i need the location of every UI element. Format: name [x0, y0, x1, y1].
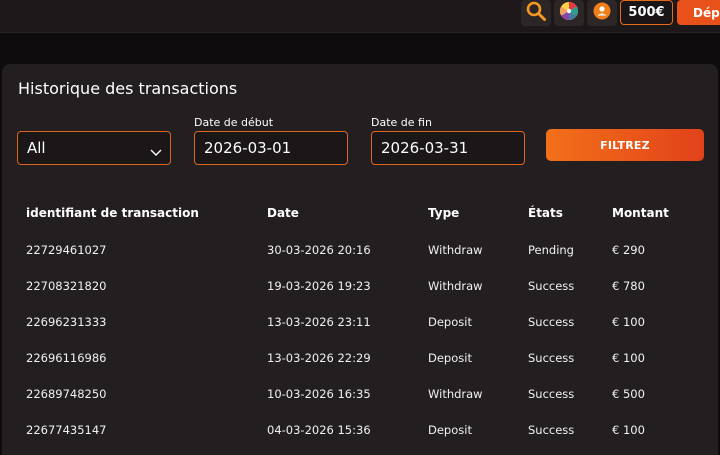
transaction-type: Withdraw — [428, 387, 483, 401]
table-row: 22729461027 30-03-2026 20:16 Withdraw Pe… — [2, 243, 718, 259]
transaction-date: 10-03-2026 16:35 — [267, 387, 371, 401]
type-select[interactable]: All — [17, 131, 171, 165]
top-bar: 500€ Dépôt — [0, 0, 720, 33]
transaction-status: Success — [528, 351, 575, 365]
transaction-id: 22696231333 — [26, 315, 107, 329]
column-header-type: Type — [428, 206, 460, 220]
transaction-amount: € 100 — [612, 315, 645, 329]
start-date-label: Date de début — [194, 116, 274, 129]
transaction-amount: € 780 — [612, 279, 645, 293]
type-select-value: All — [27, 139, 46, 157]
transaction-status: Success — [528, 315, 575, 329]
column-header-date: Date — [267, 206, 299, 220]
transaction-amount: € 100 — [612, 423, 645, 437]
transaction-type: Withdraw — [428, 279, 483, 293]
transaction-type: Withdraw — [428, 243, 483, 257]
search-icon — [525, 0, 547, 26]
transaction-status: Success — [528, 279, 575, 293]
table-header: identifiant de transaction Date Type Éta… — [2, 206, 718, 222]
transaction-status: Pending — [528, 243, 574, 257]
table-row: 22696231333 13-03-2026 23:11 Deposit Suc… — [2, 315, 718, 331]
wheel-button[interactable] — [554, 0, 584, 26]
transaction-id: 22729461027 — [26, 243, 107, 257]
transaction-id: 22708321820 — [26, 279, 107, 293]
prize-wheel-icon — [559, 1, 579, 25]
transaction-date: 13-03-2026 22:29 — [267, 351, 371, 365]
transaction-id: 22677435147 — [26, 423, 107, 437]
table-row: 22696116986 13-03-2026 22:29 Deposit Suc… — [2, 351, 718, 367]
column-header-id: identifiant de transaction — [26, 206, 199, 220]
transaction-id: 22696116986 — [26, 351, 107, 365]
chevron-down-icon — [150, 143, 162, 161]
transaction-id: 22689748250 — [26, 387, 107, 401]
transaction-amount: € 500 — [612, 387, 645, 401]
end-date-label: Date de fin — [371, 116, 432, 129]
transaction-history-panel: Historique des transactions All Date de … — [2, 64, 718, 455]
transaction-amount: € 290 — [612, 243, 645, 257]
page-title: Historique des transactions — [18, 79, 238, 98]
transaction-date: 19-03-2026 19:23 — [267, 279, 371, 293]
transaction-status: Success — [528, 423, 575, 437]
transaction-status: Success — [528, 387, 575, 401]
account-button[interactable] — [587, 0, 617, 26]
search-button[interactable] — [521, 0, 551, 26]
filter-button[interactable]: FILTREZ — [546, 129, 704, 161]
column-header-amount: Montant — [612, 206, 669, 220]
transaction-type: Deposit — [428, 423, 472, 437]
table-row: 22677435147 04-03-2026 15:36 Deposit Suc… — [2, 423, 718, 439]
start-date-input[interactable]: 2026-03-01 — [194, 131, 348, 165]
balance-display[interactable]: 500€ — [620, 0, 673, 25]
transaction-date: 30-03-2026 20:16 — [267, 243, 371, 257]
column-header-status: États — [528, 206, 563, 220]
table-row: 22689748250 10-03-2026 16:35 Withdraw Su… — [2, 387, 718, 403]
transaction-type: Deposit — [428, 351, 472, 365]
transaction-type: Deposit — [428, 315, 472, 329]
deposit-button[interactable]: Dépôt — [677, 0, 720, 25]
table-row: 22708321820 19-03-2026 19:23 Withdraw Su… — [2, 279, 718, 295]
transaction-amount: € 100 — [612, 351, 645, 365]
end-date-input[interactable]: 2026-03-31 — [371, 131, 525, 165]
transaction-date: 04-03-2026 15:36 — [267, 423, 371, 437]
user-icon — [593, 2, 611, 24]
transaction-date: 13-03-2026 23:11 — [267, 315, 371, 329]
